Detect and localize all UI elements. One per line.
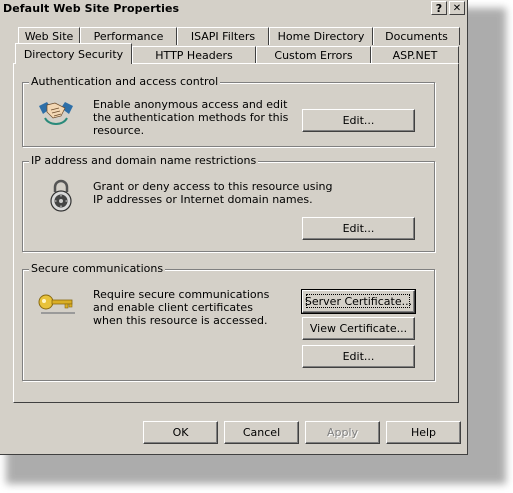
secure-comm-group: Secure communications Require secure com… [22, 262, 435, 381]
properties-dialog: Default Web Site Properties ? ✕ Web Site… [0, 0, 468, 455]
secure-description: Require secure communications and enable… [93, 288, 270, 327]
help-button[interactable]: Help [386, 421, 461, 444]
title-bar[interactable]: Default Web Site Properties ? ✕ [0, 0, 467, 18]
secure-group-legend: Secure communications [29, 262, 166, 275]
server-certificate-button[interactable]: Server Certificate... [301, 289, 416, 314]
ip-group-legend: IP address and domain name restrictions [29, 154, 259, 167]
help-title-button[interactable]: ? [431, 1, 447, 15]
ok-button[interactable]: OK [143, 421, 218, 444]
tab-asp-net[interactable]: ASP.NET [371, 46, 459, 64]
auth-description: Enable anonymous access and edit the aut… [93, 98, 289, 137]
tab-isapi-filters[interactable]: ISAPI Filters [177, 27, 269, 45]
auth-edit-button[interactable]: Edit... [302, 109, 415, 132]
handshake-icon [39, 102, 73, 125]
tab-directory-security[interactable]: Directory Security [15, 43, 132, 64]
ip-description: Grant or deny access to this resource us… [93, 180, 333, 206]
tab-http-headers[interactable]: HTTP Headers [132, 46, 256, 64]
tab-panel: Authentication and access control Enable… [13, 63, 459, 403]
auth-group: Authentication and access control Enable… [22, 75, 435, 147]
ip-restrictions-group: IP address and domain name restrictions … [22, 154, 435, 252]
close-icon: ✕ [452, 2, 462, 14]
tab-custom-errors[interactable]: Custom Errors [256, 46, 371, 64]
view-certificate-button[interactable]: View Certificate... [302, 317, 415, 340]
cancel-button[interactable]: Cancel [224, 421, 299, 444]
tab-home-directory[interactable]: Home Directory [269, 27, 373, 45]
secure-edit-button[interactable]: Edit... [302, 345, 415, 368]
key-icon [38, 294, 75, 314]
apply-button[interactable]: Apply [305, 421, 380, 444]
padlock-icon [50, 179, 72, 212]
help-icon: ? [435, 1, 443, 15]
close-title-button[interactable]: ✕ [449, 1, 465, 15]
window-title: Default Web Site Properties [3, 2, 180, 15]
auth-group-legend: Authentication and access control [29, 75, 221, 88]
tab-documents[interactable]: Documents [373, 27, 460, 45]
ip-edit-button[interactable]: Edit... [302, 217, 415, 240]
